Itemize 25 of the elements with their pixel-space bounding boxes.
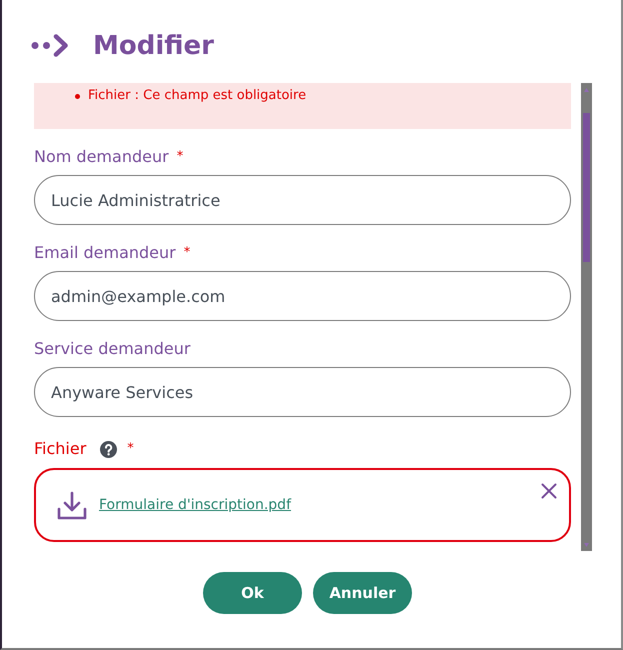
field-label: Nom demandeur <box>34 148 169 166</box>
field-label: Fichier <box>34 440 86 458</box>
close-icon[interactable] <box>541 483 557 499</box>
field-label: Email demandeur <box>34 244 176 262</box>
scroll-up-icon[interactable] <box>584 88 589 92</box>
download-icon[interactable] <box>57 490 87 520</box>
bullet-icon <box>75 94 80 98</box>
file-link[interactable]: Formulaire d'inscription.pdf <box>99 497 292 513</box>
input-field[interactable]: Lucie Administratrice <box>34 175 571 225</box>
dialog-title: Modifier <box>93 30 214 62</box>
help-icon[interactable] <box>100 440 118 458</box>
scrollbar-thumb[interactable] <box>583 113 590 262</box>
logo-icon <box>31 34 69 57</box>
error-message: Fichier : Ce champ est obligatoire <box>88 87 306 105</box>
field-label: Service demandeur <box>34 340 190 358</box>
input-field[interactable]: admin@example.com <box>34 271 571 321</box>
file-field[interactable]: Formulaire d'inscription.pdf <box>34 468 571 542</box>
dialog-button[interactable]: Ok <box>203 572 302 614</box>
required-mark: * <box>176 148 184 166</box>
required-mark: * <box>184 244 190 262</box>
required-mark: * <box>127 440 134 458</box>
input-field[interactable]: Anyware Services <box>34 367 571 417</box>
scrollbar-track[interactable] <box>581 83 592 551</box>
scroll-down-icon[interactable] <box>584 543 589 547</box>
dialog-button[interactable]: Annuler <box>313 572 412 614</box>
